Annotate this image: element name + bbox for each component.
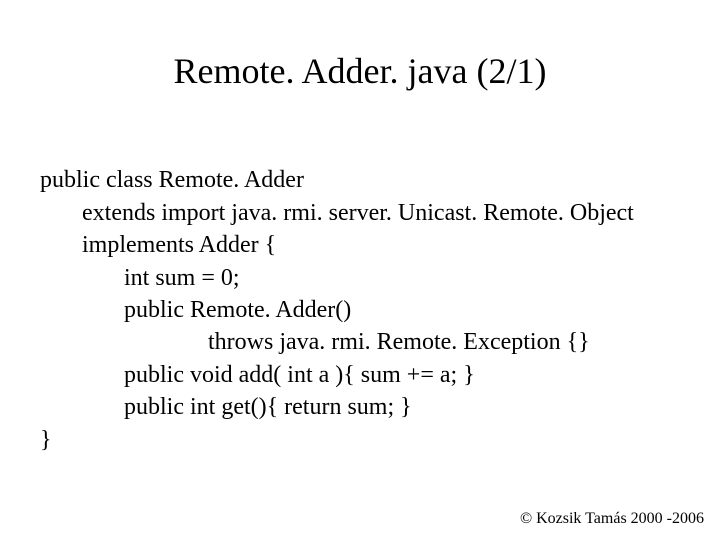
code-line: public int get(){ return sum; } [40,394,412,420]
code-line: implements Adder { [40,232,276,258]
slide-title: Remote. Adder. java (2/1) [40,50,680,92]
code-line: public class Remote. Adder [40,167,304,193]
slide: Remote. Adder. java (2/1) public class R… [0,0,720,540]
code-line: public void add( int a ){ sum += a; } [40,362,475,388]
code-line: throws java. rmi. Remote. Exception {} [40,329,590,355]
code-line: } [40,427,52,453]
code-block: public class Remote. Adder extends impor… [40,132,680,456]
code-line: public Remote. Adder() [40,297,351,323]
copyright-notice: © Kozsik Tamás 2000 -2006 [520,510,704,528]
code-line: extends import java. rmi. server. Unicas… [40,200,634,226]
code-line: int sum = 0; [40,265,240,291]
